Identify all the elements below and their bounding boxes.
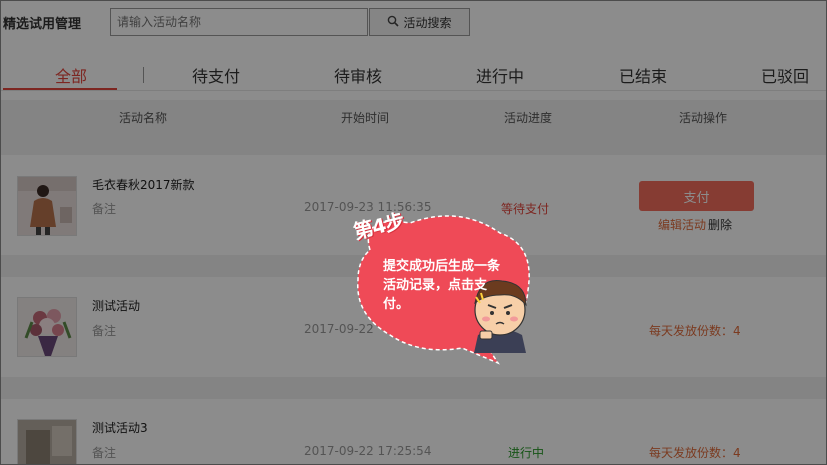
guide-message: 提交成功后生成一条活动记录，点击支付。: [383, 259, 501, 312]
